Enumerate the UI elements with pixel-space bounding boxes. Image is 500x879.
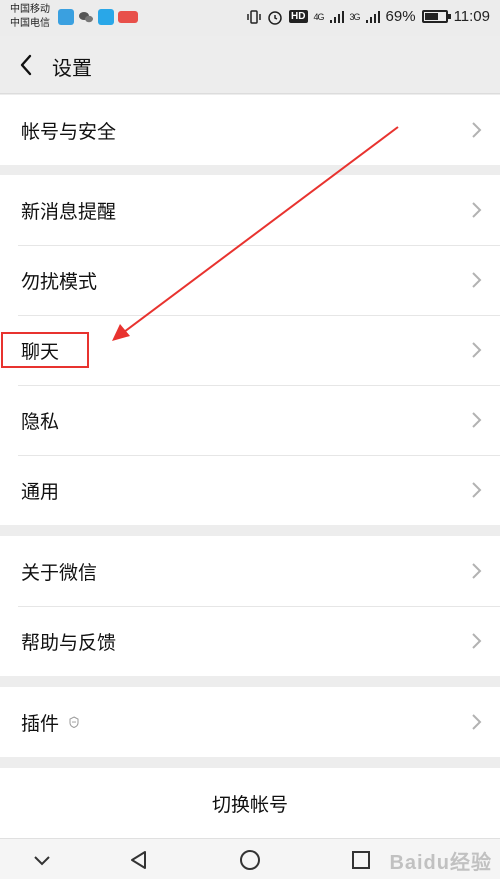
alarm-icon xyxy=(268,10,282,25)
setting-row-about-wechat[interactable]: 关于微信 xyxy=(0,536,500,606)
message-app-icon xyxy=(98,9,114,25)
chevron-right-icon xyxy=(472,122,482,138)
setting-label: 关于微信 xyxy=(21,562,98,584)
battery-percent: 69% xyxy=(385,8,416,25)
setting-label: 插件 xyxy=(21,713,60,735)
back-arrow-icon[interactable] xyxy=(16,52,40,78)
signal-4g-label: 4G xyxy=(313,11,325,22)
settings-group-plugins: 插件 xyxy=(0,687,500,757)
news-app-icon xyxy=(118,11,138,23)
setting-row-account-security[interactable]: 帐号与安全 xyxy=(0,95,500,165)
battery-level xyxy=(424,13,439,20)
settings-group-about: 关于微信 帮助与反馈 xyxy=(0,536,500,676)
setting-row-privacy[interactable]: 隐私 xyxy=(0,385,500,455)
settings-group-main: 新消息提醒 勿扰模式 聊天 隐私 通用 xyxy=(0,175,500,525)
notification-icons xyxy=(58,9,138,25)
hd-badge: HD xyxy=(289,10,308,23)
carrier-info: 中国移动 中国电信 xyxy=(10,3,50,31)
back-triangle-icon[interactable] xyxy=(128,849,150,871)
plugin-badge-icon xyxy=(69,716,79,729)
setting-row-new-message-alert[interactable]: 新消息提醒 xyxy=(0,175,500,245)
chevron-right-icon xyxy=(472,714,482,730)
carrier-2: 中国电信 xyxy=(10,18,50,29)
setting-label: 帐号与安全 xyxy=(21,121,117,143)
home-circle-icon[interactable] xyxy=(239,849,261,871)
setting-row-chat[interactable]: 聊天 xyxy=(0,315,500,385)
setting-row-plugins[interactable]: 插件 xyxy=(0,687,500,757)
setting-row-general[interactable]: 通用 xyxy=(0,455,500,525)
setting-label: 新消息提醒 xyxy=(21,201,117,223)
chevron-right-icon xyxy=(472,633,482,649)
signal-icon xyxy=(329,10,344,23)
status-bar: 中国移动 中国电信 HD 4G 3G 69% 11:09 xyxy=(0,0,500,36)
setting-label: 勿扰模式 xyxy=(21,271,98,293)
recent-apps-icon[interactable] xyxy=(350,849,372,871)
header-bar: 设置 xyxy=(0,36,500,94)
settings-group-account: 帐号与安全 xyxy=(0,95,500,165)
clock: 11:09 xyxy=(453,8,490,25)
signal-icon-2 xyxy=(365,10,380,23)
setting-label: 聊天 xyxy=(21,341,60,363)
watermark: Baidu经验 xyxy=(389,852,492,874)
setting-row-do-not-disturb[interactable]: 勿扰模式 xyxy=(0,245,500,315)
setting-row-help-feedback[interactable]: 帮助与反馈 xyxy=(0,606,500,676)
vibrate-icon xyxy=(247,9,261,24)
chevron-right-icon xyxy=(472,272,482,288)
wechat-icon xyxy=(79,12,93,23)
battery-icon xyxy=(421,10,451,23)
setting-label: 隐私 xyxy=(21,411,60,433)
setting-label: 帮助与反馈 xyxy=(21,632,117,654)
switch-account-label: 切换帐号 xyxy=(211,794,288,816)
setting-label: 通用 xyxy=(21,481,60,503)
chevron-right-icon xyxy=(472,342,482,358)
shield-app-icon xyxy=(58,9,74,25)
switch-account-button[interactable]: 切换帐号 xyxy=(0,768,500,838)
chevron-right-icon xyxy=(472,202,482,218)
signal-3g-label: 3G xyxy=(349,11,361,22)
chevron-down-icon[interactable] xyxy=(31,849,53,871)
chevron-right-icon xyxy=(472,482,482,498)
system-nav-bar: Baidu经验 xyxy=(0,838,500,879)
page-title: 设置 xyxy=(52,58,92,80)
chevron-right-icon xyxy=(472,563,482,579)
chevron-right-icon xyxy=(472,412,482,428)
status-indicators: HD 4G 3G 69% 11:09 xyxy=(247,8,490,25)
carrier-1: 中国移动 xyxy=(10,4,50,15)
